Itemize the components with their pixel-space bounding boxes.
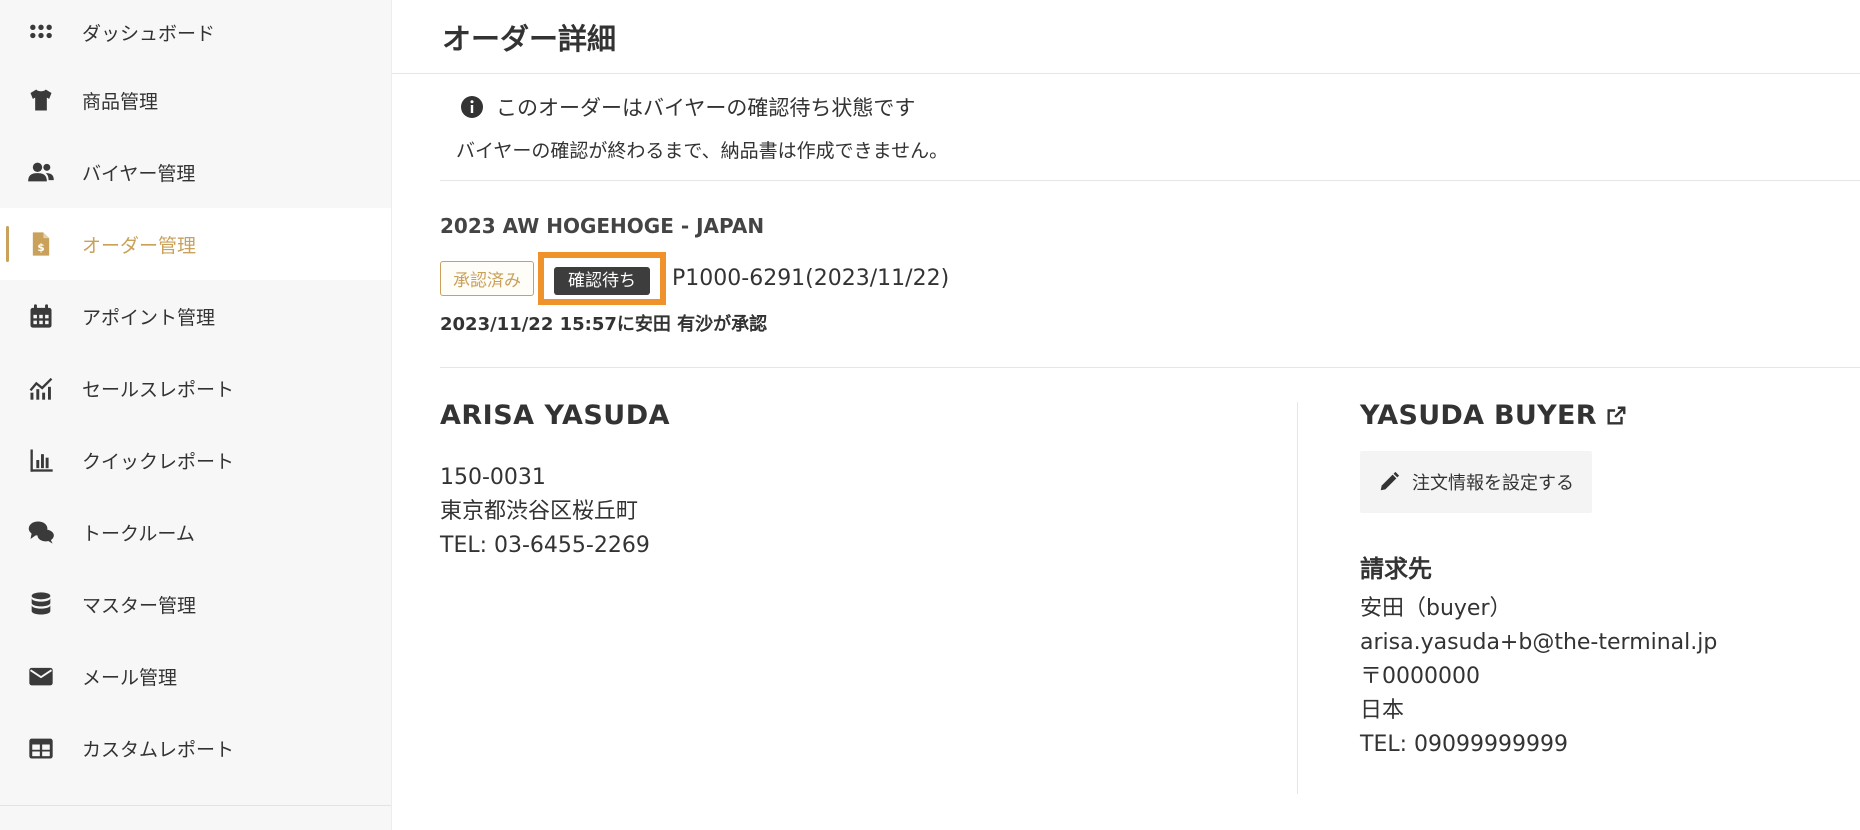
sidebar-divider (0, 805, 391, 806)
notice-subtext: バイヤーの確認が終わるまで、納品書は作成できません。 (456, 140, 949, 162)
sidebar-item-mail[interactable]: メール管理 (0, 640, 391, 712)
users-icon (26, 157, 56, 187)
sidebar-item-orders[interactable]: $ オーダー管理 (0, 208, 391, 280)
invoice-icon: $ (26, 229, 56, 259)
billing-details: 安田（buyer） arisa.yasuda+b@the-terminal.jp… (1360, 592, 1860, 762)
billing-email: arisa.yasuda+b@the-terminal.jp (1360, 630, 1718, 655)
customer-address: 150-0031 東京都渋谷区桜丘町 TEL: 03-6455-2269 (440, 461, 1280, 563)
chart-line-icon (26, 373, 56, 403)
order-settings-label: 注文情報を設定する (1412, 473, 1574, 494)
page-title: オーダー詳細 (442, 22, 617, 56)
sidebar-item-quick-report[interactable]: クイックレポート (0, 424, 391, 496)
chat-icon (26, 517, 56, 547)
notice-text: このオーダーはバイヤーの確認待ち状態です (496, 96, 916, 120)
info-icon (461, 96, 483, 118)
billing-postal: 〒0000000 (1360, 664, 1480, 689)
status-notice: このオーダーはバイヤーの確認待ち状態です (460, 92, 915, 122)
collection-title: 2023 AW HOGEHOGE - JAPAN (440, 214, 765, 238)
sidebar-item-label: アポイント管理 (82, 306, 216, 329)
sidebar-item-label: セールスレポート (82, 378, 235, 401)
tshirt-icon (26, 85, 56, 115)
sidebar-item-label: クイックレポート (82, 450, 235, 473)
customer-section: ARISA YASUDA 150-0031 東京都渋谷区桜丘町 TEL: 03-… (440, 400, 1280, 563)
sidebar-item-label: マスター管理 (82, 594, 197, 617)
sidebar-item-label: ダッシュボード (82, 22, 216, 45)
pending-badge: 確認待ち (554, 267, 650, 295)
chart-bar-icon (26, 445, 56, 475)
sidebar-item-label: カスタムレポート (82, 738, 235, 761)
approval-info: 2023/11/22 15:57に安田 有沙が承認 (440, 314, 768, 335)
divider (440, 367, 1860, 368)
sidebar-item-buyers[interactable]: バイヤー管理 (0, 136, 391, 208)
order-status-row: 承認済み 確認待ち P1000-6291(2023/11/22) (440, 252, 949, 305)
billing-heading: 請求先 (1360, 555, 1432, 583)
grid-icon (26, 17, 56, 47)
sidebar-item-dashboard[interactable]: ダッシュボード (0, 0, 391, 64)
billing-country: 日本 (1360, 698, 1405, 723)
sidebar-item-products[interactable]: 商品管理 (0, 64, 391, 136)
column-divider (1297, 402, 1298, 794)
sidebar-item-label: トークルーム (82, 522, 195, 545)
buyer-section: YASUDA BUYER 注文情報を設定する 請求先 安田（buyer） ari… (1360, 400, 1860, 762)
billing-name: 安田（buyer） (1360, 596, 1512, 621)
sidebar-item-talk-room[interactable]: トークルーム (0, 496, 391, 568)
database-icon (26, 589, 56, 619)
approved-badge: 承認済み (440, 261, 534, 296)
order-settings-button[interactable]: 注文情報を設定する (1360, 451, 1592, 513)
divider (392, 73, 1860, 74)
sidebar-item-appointments[interactable]: アポイント管理 (0, 280, 391, 352)
sidebar-item-custom-report[interactable]: カスタムレポート (0, 712, 391, 784)
pencil-icon (1380, 471, 1400, 491)
customer-postal: 150-0031 (440, 465, 546, 490)
sidebar-item-master[interactable]: マスター管理 (0, 568, 391, 640)
customer-name: ARISA YASUDA (440, 400, 671, 431)
sidebar-item-label: 商品管理 (82, 90, 159, 113)
sidebar-item-sales-report[interactable]: セールスレポート (0, 352, 391, 424)
sidebar-item-label: バイヤー管理 (82, 162, 196, 185)
sidebar-item-label: オーダー管理 (82, 234, 197, 257)
sidebar: ダッシュボード 商品管理 バイヤー管理 $ オーダー管理 アポイント管理 セール… (0, 0, 392, 830)
buyer-name[interactable]: YASUDA BUYER (1360, 400, 1597, 431)
external-link-icon[interactable] (1605, 405, 1627, 427)
buyer-link[interactable]: YASUDA BUYER (1360, 400, 1860, 431)
table-icon (26, 733, 56, 763)
app-root: ダッシュボード 商品管理 バイヤー管理 $ オーダー管理 アポイント管理 セール… (0, 0, 1860, 830)
envelope-icon (26, 661, 56, 691)
customer-tel: TEL: 03-6455-2269 (440, 533, 650, 558)
highlight-frame: 確認待ち (538, 252, 666, 305)
billing-tel: TEL: 09099999999 (1360, 732, 1568, 757)
svg-text:$: $ (37, 242, 44, 254)
sidebar-item-label: メール管理 (82, 666, 178, 689)
divider (440, 180, 1860, 181)
calendar-icon (26, 301, 56, 331)
customer-street: 東京都渋谷区桜丘町 (440, 499, 639, 524)
main-content: オーダー詳細 このオーダーはバイヤーの確認待ち状態です バイヤーの確認が終わるま… (392, 0, 1860, 830)
order-number: P1000-6291(2023/11/22) (672, 266, 950, 291)
